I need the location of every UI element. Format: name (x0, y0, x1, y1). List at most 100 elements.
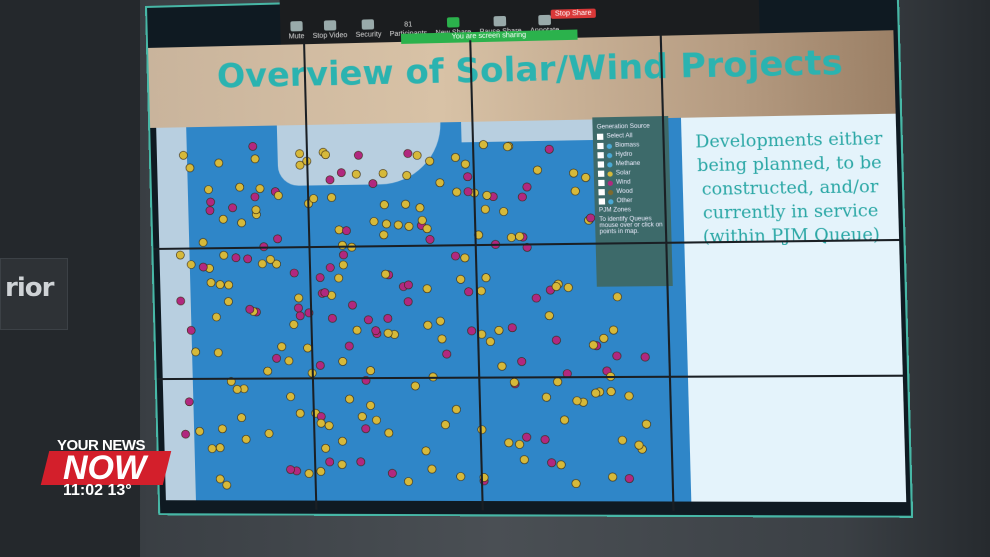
solar-project-dot[interactable] (499, 207, 508, 215)
wind-project-dot[interactable] (404, 298, 412, 306)
solar-project-dot[interactable] (424, 321, 432, 329)
solar-project-dot[interactable] (482, 274, 491, 282)
wind-project-dot[interactable] (294, 304, 302, 312)
solar-project-dot[interactable] (216, 280, 224, 288)
solar-project-dot[interactable] (345, 395, 353, 403)
wind-project-dot[interactable] (296, 312, 304, 320)
solar-project-dot[interactable] (237, 219, 245, 227)
solar-project-dot[interactable] (305, 469, 313, 477)
solar-project-dot[interactable] (309, 194, 317, 202)
legend-item-other[interactable]: Other (598, 197, 667, 205)
solar-project-dot[interactable] (422, 447, 430, 455)
wind-project-dot[interactable] (467, 327, 476, 335)
wind-project-dot[interactable] (641, 353, 650, 361)
solar-project-dot[interactable] (461, 160, 469, 168)
wind-project-dot[interactable] (273, 235, 281, 243)
wind-project-dot[interactable] (404, 149, 412, 157)
solar-project-dot[interactable] (295, 150, 303, 158)
wind-project-dot[interactable] (517, 357, 526, 365)
solar-project-dot[interactable] (212, 313, 220, 321)
solar-project-dot[interactable] (338, 461, 346, 469)
solar-project-dot[interactable] (428, 465, 436, 473)
solar-project-dot[interactable] (545, 312, 554, 320)
solar-project-dot[interactable] (264, 367, 272, 375)
solar-project-dot[interactable] (581, 173, 590, 181)
solar-project-dot[interactable] (495, 326, 504, 334)
solar-project-dot[interactable] (219, 215, 227, 223)
solar-project-dot[interactable] (385, 429, 393, 437)
solar-project-dot[interactable] (382, 220, 390, 228)
solar-project-dot[interactable] (483, 191, 492, 199)
wind-project-dot[interactable] (443, 350, 451, 358)
solar-project-dot[interactable] (251, 155, 259, 163)
solar-project-dot[interactable] (609, 326, 618, 334)
legend-item-wind[interactable]: Wind (598, 179, 666, 187)
solar-project-dot[interactable] (225, 281, 233, 289)
wind-project-dot[interactable] (523, 183, 532, 191)
wind-project-dot[interactable] (354, 151, 362, 159)
solar-project-dot[interactable] (295, 294, 303, 302)
solar-project-dot[interactable] (223, 481, 231, 489)
solar-project-dot[interactable] (557, 461, 566, 469)
checkbox[interactable] (597, 142, 604, 150)
checkbox[interactable] (597, 170, 605, 177)
wind-project-dot[interactable] (586, 214, 595, 222)
wind-project-dot[interactable] (552, 336, 561, 344)
checkbox[interactable] (597, 152, 604, 159)
solar-project-dot[interactable] (370, 217, 378, 225)
solar-project-dot[interactable] (479, 140, 488, 148)
solar-project-dot[interactable] (207, 279, 215, 287)
solar-project-dot[interactable] (381, 270, 389, 278)
solar-project-dot[interactable] (394, 221, 402, 229)
wind-project-dot[interactable] (545, 145, 554, 153)
solar-project-dot[interactable] (520, 456, 529, 464)
solar-project-dot[interactable] (178, 150, 188, 160)
mute-button[interactable]: Mute (288, 21, 305, 45)
solar-project-dot[interactable] (380, 201, 388, 209)
solar-project-dot[interactable] (380, 231, 388, 239)
security-button[interactable]: Security (355, 19, 382, 43)
solar-project-dot[interactable] (379, 169, 387, 177)
solar-project-dot[interactable] (317, 419, 325, 427)
solar-project-dot[interactable] (553, 378, 562, 386)
wind-project-dot[interactable] (198, 261, 207, 271)
wind-project-dot[interactable] (357, 458, 365, 466)
solar-project-dot[interactable] (505, 439, 514, 447)
legend-item-wood[interactable]: Wood (598, 188, 666, 196)
solar-project-dot[interactable] (552, 282, 561, 290)
solar-project-dot[interactable] (266, 255, 274, 263)
solar-project-dot[interactable] (477, 287, 486, 295)
wind-project-dot[interactable] (464, 188, 472, 196)
solar-project-dot[interactable] (515, 440, 524, 448)
wind-project-dot[interactable] (204, 205, 214, 215)
wind-project-dot[interactable] (286, 466, 294, 474)
solar-project-dot[interactable] (290, 320, 298, 328)
solar-project-dot[interactable] (338, 437, 346, 445)
solar-project-dot[interactable] (635, 441, 644, 449)
wind-project-dot[interactable] (337, 169, 345, 177)
wind-project-dot[interactable] (372, 327, 380, 335)
wind-project-dot[interactable] (342, 227, 350, 235)
solar-project-dot[interactable] (325, 422, 333, 430)
solar-project-dot[interactable] (571, 187, 580, 195)
solar-project-dot[interactable] (203, 184, 212, 194)
wind-project-dot[interactable] (541, 435, 550, 443)
legend-item-hydro[interactable]: Hydro (597, 151, 665, 159)
solar-project-dot[interactable] (607, 387, 616, 395)
solar-project-dot[interactable] (287, 393, 295, 401)
solar-project-dot[interactable] (214, 349, 222, 357)
solar-project-dot[interactable] (353, 326, 361, 334)
solar-project-dot[interactable] (423, 285, 431, 293)
solar-project-dot[interactable] (216, 475, 224, 483)
wind-project-dot[interactable] (532, 294, 541, 302)
solar-project-dot[interactable] (510, 378, 519, 386)
solar-project-dot[interactable] (507, 233, 516, 241)
wind-project-dot[interactable] (613, 352, 622, 360)
wind-project-dot[interactable] (326, 263, 334, 271)
wind-project-dot[interactable] (384, 314, 392, 322)
wind-project-dot[interactable] (547, 459, 556, 467)
solar-project-dot[interactable] (452, 188, 460, 196)
wind-project-dot[interactable] (508, 324, 517, 332)
checkbox[interactable] (598, 189, 605, 196)
solar-project-dot[interactable] (425, 157, 433, 165)
